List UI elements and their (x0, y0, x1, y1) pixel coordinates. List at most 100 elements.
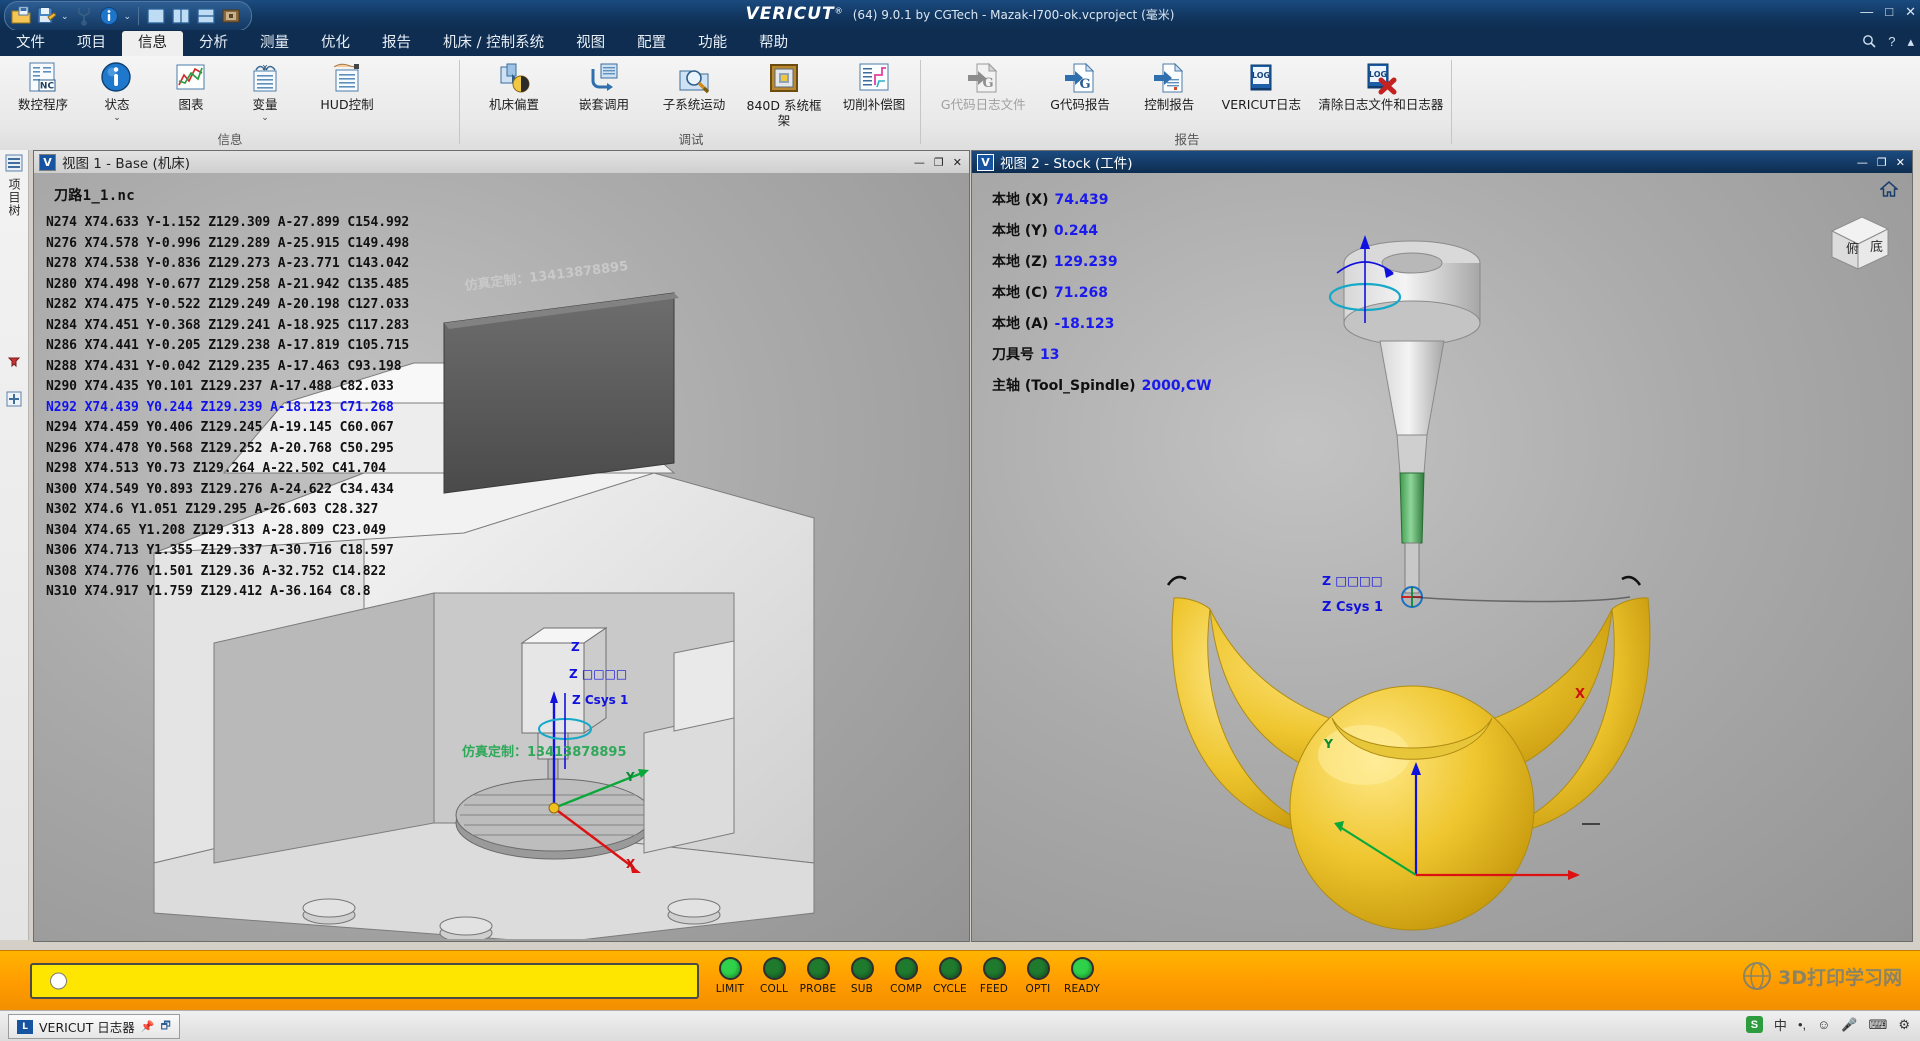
view2-window-buttons[interactable]: — ❐ ✕ (1857, 156, 1912, 169)
view1-minimize-button[interactable]: — (914, 156, 925, 169)
nc-line[interactable]: N288 X74.431 Y-0.042 Z129.235 A-17.463 C… (46, 357, 409, 378)
project-tree-pin-icon[interactable] (5, 350, 23, 368)
project-tree-expand-icon[interactable] (5, 390, 23, 408)
nc-program-listing[interactable]: 刀路1_1.nc N274 X74.633 Y-1.152 Z129.309 A… (46, 181, 409, 603)
view2-close-button[interactable]: ✕ (1896, 156, 1905, 169)
nc-line[interactable]: N280 X74.498 Y-0.677 Z129.258 A-21.942 C… (46, 275, 409, 296)
menu-item-info[interactable]: 信息 (122, 31, 183, 56)
open-project-icon[interactable] (11, 6, 31, 26)
tray-punctuation-icon[interactable]: •, (1798, 1017, 1806, 1032)
status-dropdown-icon[interactable]: ⌄ (113, 112, 121, 122)
nc-line[interactable]: N310 X74.917 Y1.759 Z129.412 A-36.164 C8… (46, 582, 409, 603)
info-icon[interactable] (99, 6, 119, 26)
nc-line[interactable]: N278 X74.538 Y-0.836 Z129.273 A-23.771 C… (46, 254, 409, 275)
simulation-progress-bar[interactable] (30, 963, 699, 999)
minimize-button[interactable]: — (1860, 4, 1873, 20)
view2-canvas[interactable]: 俯 底 Z □□□□ Z Csys 1 Y X 本地 (X) 74.439 本地… (972, 173, 1912, 941)
feed-lamp[interactable]: FEED (972, 957, 1016, 995)
ribbon-collapse-icon[interactable]: ▴ (1907, 34, 1914, 51)
view1-close-button[interactable]: ✕ (953, 156, 962, 169)
close-button[interactable]: ✕ (1905, 4, 1916, 20)
tray-chinese-mode-icon[interactable]: 中 (1774, 1015, 1787, 1034)
tool-manager-icon[interactable] (74, 6, 94, 26)
nc-line[interactable]: N294 X74.459 Y0.406 Z129.245 A-19.145 C6… (46, 418, 409, 439)
machine-offset-button[interactable]: 机床偏置 (469, 59, 559, 112)
opti-lamp[interactable]: OPTI (1016, 957, 1060, 995)
chevron-down-icon[interactable]: ⌄ (61, 6, 69, 26)
two-column-view-icon[interactable] (171, 6, 191, 26)
menu-item-report[interactable]: 报告 (366, 31, 427, 56)
search-icon[interactable] (1862, 34, 1876, 51)
menu-item-help[interactable]: 帮助 (743, 31, 804, 56)
tray-mic-icon[interactable]: 🎤 (1841, 1017, 1857, 1033)
nested-call-button[interactable]: 嵌套调用 (559, 59, 649, 112)
taskbar-restore-icon[interactable]: 🗗 (161, 1017, 171, 1036)
nc-line[interactable]: N308 X74.776 Y1.501 Z129.36 A-32.752 C14… (46, 562, 409, 583)
taskbar-item-vericut-log[interactable]: L VERICUT 日志器 📌 🗗 (8, 1014, 180, 1039)
view1-window-buttons[interactable]: — ❐ ✕ (914, 156, 969, 169)
nc-line[interactable]: N292 X74.439 Y0.244 Z129.239 A-18.123 C7… (46, 398, 409, 419)
control-report-button[interactable]: 控制报告 (1126, 59, 1213, 112)
maximize-button[interactable]: □ (1885, 4, 1893, 20)
two-row-view-icon[interactable] (196, 6, 216, 26)
menu-item-measure[interactable]: 测量 (244, 31, 305, 56)
project-tree-toggle-icon[interactable] (5, 154, 23, 172)
tray-emoji-icon[interactable]: ☺ (1817, 1017, 1830, 1032)
menu-item-file[interactable]: 文件 (0, 31, 61, 56)
sub-lamp[interactable]: SUB (840, 957, 884, 995)
tray-settings-icon[interactable]: ⚙ (1898, 1017, 1910, 1033)
nc-line[interactable]: N286 X74.441 Y-0.205 Z129.238 A-17.819 C… (46, 336, 409, 357)
view1-title-bar[interactable]: V 视图 1 - Base (机床) — ❐ ✕ (34, 151, 969, 173)
taskbar-pin-icon[interactable]: 📌 (141, 1020, 155, 1033)
clear-log-button[interactable]: LOG 清除日志文件和日志器 (1310, 59, 1452, 112)
cycle-lamp[interactable]: CYCLE (928, 957, 972, 995)
comp-lamp[interactable]: COMP (884, 957, 928, 995)
nc-line[interactable]: N282 X74.475 Y-0.522 Z129.249 A-20.198 C… (46, 295, 409, 316)
nc-line[interactable]: N274 X74.633 Y-1.152 Z129.309 A-27.899 C… (46, 213, 409, 234)
view-panel-machine[interactable]: V 视图 1 - Base (机床) — ❐ ✕ 仿真定制：1341387889… (33, 150, 970, 942)
window-controls[interactable]: — □ ✕ (1860, 4, 1916, 20)
nc-program-button[interactable]: NC 数控程序 (6, 59, 80, 112)
tray-keyboard-icon[interactable]: ⌨ (1869, 1017, 1888, 1033)
menu-right-icons[interactable]: ? ▴ (1862, 34, 1914, 51)
nc-line[interactable]: N284 X74.451 Y-0.368 Z129.241 A-18.925 C… (46, 316, 409, 337)
cutter-comp-button[interactable]: 切削补偿图 (829, 59, 919, 112)
view-panel-stock[interactable]: V 视图 2 - Stock (工件) — ❐ ✕ 俯 底 Z □□□□ Z C… (971, 150, 1913, 942)
machine-view-icon[interactable] (221, 6, 241, 26)
gcode-log-file-button[interactable]: G G代码日志文件 (932, 59, 1034, 112)
quick-access-toolbar[interactable]: ⌄ ⌄ (4, 1, 253, 31)
variables-dropdown-icon[interactable]: ⌄ (261, 112, 269, 122)
view2-restore-button[interactable]: ❐ (1877, 156, 1887, 169)
subsystem-motion-button[interactable]: 子系统运动 (649, 59, 739, 112)
nc-line[interactable]: N306 X74.713 Y1.355 Z129.337 A-30.716 C1… (46, 541, 409, 562)
save-project-icon[interactable] (36, 6, 57, 26)
menu-item-analysis[interactable]: 分析 (183, 31, 244, 56)
gcode-report-button[interactable]: G G代码报告 (1034, 59, 1125, 112)
single-view-icon[interactable] (146, 6, 166, 26)
vericut-log-button[interactable]: LOG VERICUT日志 (1213, 59, 1310, 112)
nc-line[interactable]: N300 X74.549 Y0.893 Z129.276 A-24.622 C3… (46, 480, 409, 501)
nc-line[interactable]: N276 X74.578 Y-0.996 Z129.289 A-25.915 C… (46, 234, 409, 255)
nc-line-container[interactable]: N274 X74.633 Y-1.152 Z129.309 A-27.899 C… (46, 213, 409, 603)
chevron-down-icon-2[interactable]: ⌄ (124, 6, 132, 26)
view1-restore-button[interactable]: ❐ (934, 156, 944, 169)
system-tray[interactable]: S 中 •, ☺ 🎤 ⌨ ⚙ (1745, 1015, 1910, 1034)
menu-item-view[interactable]: 视图 (560, 31, 621, 56)
840d-framework-button[interactable]: 840D 系统框架 (739, 59, 829, 128)
ready-lamp[interactable]: READY (1060, 957, 1104, 995)
menu-item-project[interactable]: 项目 (61, 31, 122, 56)
progress-knob[interactable] (50, 972, 67, 990)
chart-button[interactable]: 图表 (154, 59, 228, 112)
probe-lamp[interactable]: PROBE (796, 957, 840, 995)
tray-sogou-icon[interactable]: S (1745, 1016, 1763, 1033)
menu-item-function[interactable]: 功能 (682, 31, 743, 56)
nc-line[interactable]: N296 X74.478 Y0.568 Z129.252 A-20.768 C5… (46, 439, 409, 460)
nc-line[interactable]: N290 X74.435 Y0.101 Z129.237 A-17.488 C8… (46, 377, 409, 398)
view2-minimize-button[interactable]: — (1857, 156, 1868, 169)
limit-lamp[interactable]: LIMIT (708, 957, 752, 995)
nc-line[interactable]: N302 X74.6 Y1.051 Z129.295 A-26.603 C28.… (46, 500, 409, 521)
status-button[interactable]: 状态 ⌄ (80, 59, 154, 122)
variables-button[interactable]: x 变量 ⌄ (228, 59, 302, 122)
view1-canvas[interactable]: 仿真定制：13413878895 仿真定制：13413878895 Z □□□□… (34, 173, 969, 941)
menu-bar[interactable]: 文件 项目 信息 分析 测量 优化 报告 机床 / 控制系统 视图 配置 功能 … (0, 30, 1920, 56)
